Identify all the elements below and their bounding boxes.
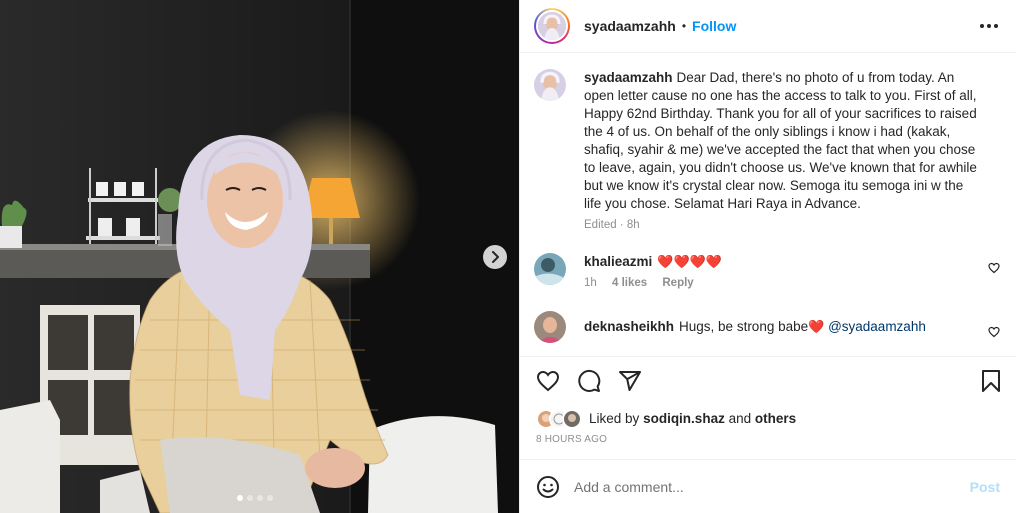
comment-item: khalieazmi ❤️❤️❤️❤️ 1h 4 likes Reply (534, 252, 1000, 289)
caption-username[interactable]: syadaamzahh (584, 70, 673, 85)
comment-text: ❤️❤️❤️❤️ (657, 253, 723, 269)
instagram-post: syadaamzahh • Follow syadaamzahh Dear Da… (0, 0, 1016, 513)
avatar-image (534, 68, 566, 101)
liked-by-others[interactable]: others (755, 411, 796, 426)
carousel-next-button[interactable] (483, 245, 507, 269)
avatar[interactable] (562, 408, 582, 429)
comment-item: deknasheikhh Hugs, be strong babe❤️ @syad… (534, 310, 1000, 343)
liked-by-user[interactable]: sodiqin.shaz (643, 411, 725, 426)
avatar-image (538, 11, 566, 40)
save-button[interactable] (980, 369, 1002, 393)
post-actions (520, 356, 1016, 404)
comments-section[interactable]: syadaamzahh Dear Dad, there's no photo of… (520, 53, 1016, 357)
post-header: syadaamzahh • Follow (520, 0, 1016, 53)
carousel-dot (247, 495, 253, 501)
comment-username[interactable]: khalieazmi (584, 254, 652, 269)
carousel-dot (267, 495, 273, 501)
liked-by-and: and (728, 411, 752, 427)
carousel-indicator (237, 495, 273, 501)
follow-button[interactable]: Follow (692, 18, 736, 34)
avatar[interactable] (534, 7, 570, 44)
comment-input[interactable] (574, 478, 970, 495)
comment-time: 1h (584, 276, 597, 289)
carousel-dot (237, 495, 243, 501)
more-icon (980, 23, 984, 28)
more-options-button[interactable] (978, 18, 1000, 34)
heart-icon (536, 370, 560, 391)
comment-button[interactable] (577, 369, 601, 393)
caption: syadaamzahh Dear Dad, there's no photo of… (534, 68, 1000, 231)
post-side-panel: syadaamzahh • Follow syadaamzahh Dear Da… (519, 0, 1016, 513)
post-comment-button[interactable]: Post (970, 479, 1000, 495)
avatar-image (564, 410, 580, 427)
avatar[interactable] (534, 310, 566, 343)
share-button[interactable] (618, 369, 642, 393)
avatar-image (534, 310, 566, 343)
caption-text: syadaamzahh Dear Dad, there's no photo of… (584, 69, 984, 213)
liked-by-text: Liked by sodiqin.shaz and others (589, 411, 796, 426)
avatar-image (534, 252, 566, 285)
share-icon (619, 370, 641, 391)
caption-body: Dear Dad, there's no photo of u from tod… (584, 69, 977, 211)
post-media[interactable] (0, 0, 519, 513)
heart-icon (988, 326, 1000, 337)
reply-button[interactable]: Reply (662, 277, 693, 289)
bookmark-icon (982, 369, 1000, 392)
comment-username[interactable]: deknasheikhh (584, 319, 674, 334)
like-button[interactable] (536, 369, 560, 393)
caption-edited: Edited · 8h (584, 218, 640, 231)
header-separator: • (681, 18, 687, 33)
heart-icon (988, 262, 1000, 273)
comment-icon (578, 369, 601, 392)
comment-likes[interactable]: 4 likes (612, 277, 647, 289)
avatar[interactable] (534, 68, 566, 101)
emoji-button[interactable] (536, 475, 560, 499)
chevron-right-icon (492, 251, 499, 263)
comment-like-button[interactable] (988, 262, 1000, 277)
header-username[interactable]: syadaamzahh (584, 18, 676, 34)
emoji-icon (537, 475, 559, 498)
post-photo (0, 0, 519, 513)
comment-mention[interactable]: @syadaamzahh (828, 319, 926, 334)
add-comment-bar: Post (520, 459, 1016, 513)
carousel-dot (257, 495, 263, 501)
post-timestamp[interactable]: 8 HOURS AGO (520, 434, 1016, 460)
liked-by-prefix: Liked by (589, 411, 640, 427)
likes-summary: Liked by sodiqin.shaz and others (520, 404, 1016, 434)
comment-heart: ❤️ (808, 318, 825, 334)
avatar[interactable] (534, 252, 566, 285)
comment-text: Hugs, be strong babe (679, 318, 809, 334)
comment-like-button[interactable] (988, 326, 1000, 341)
